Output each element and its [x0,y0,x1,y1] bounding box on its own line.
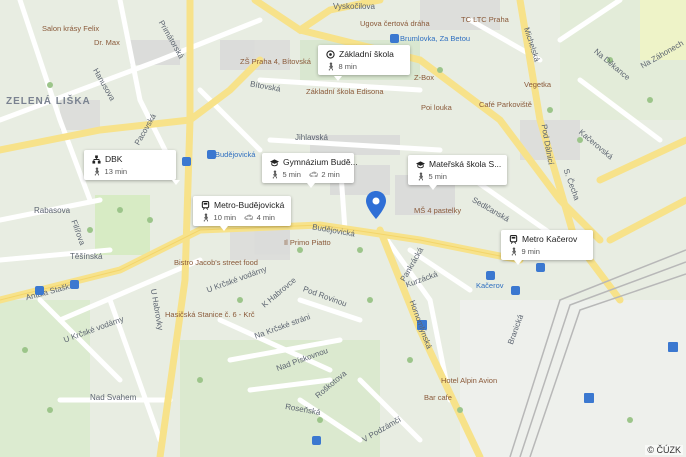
poi-label: Hotel Alpin Avion [441,376,498,385]
card-pointer [334,76,342,81]
district-label: ZELENÁ LIŠKA [6,96,91,107]
bus-stop-icon[interactable] [511,286,520,295]
walk-time: 5 min [282,170,301,179]
metro-station-icon[interactable] [486,271,495,280]
metro-station-icon[interactable] [182,157,191,166]
card-pointer [429,185,437,190]
bus-stop-icon[interactable] [390,34,399,43]
card-title: Základní škola [339,49,394,59]
card-title: Gymnázium Budě... [283,157,358,167]
car-icon: 🚗︎ [308,170,319,179]
bus-stop-icon[interactable] [536,263,545,272]
poi-label: Salon krásy Felix [42,24,100,33]
metro-icon [201,200,210,210]
bus-stop-icon[interactable] [207,150,216,159]
walk-icon: 🚶︎ [270,170,280,179]
poi-card-metro-budejovicka[interactable]: Metro-Budějovická 🚶︎ 10 min 🚗︎ 4 min [193,196,291,226]
card-title: DBK [105,154,123,164]
poi-label: Bistro Jacob's street food [174,258,258,267]
card-pointer [220,226,228,231]
card-pointer [307,183,315,188]
poi-label: Il Primo Piatto [284,238,331,247]
card-title: Mateřská škola S... [429,159,502,169]
card-title: Metro-Budějovická [214,200,285,210]
street-label: Jihlavská [295,133,328,142]
poi-label: TC LTC Praha [461,15,509,24]
bus-stop-icon[interactable] [70,280,79,289]
walk-time: 10 min [213,213,237,222]
poi-label: Poi louka [421,103,452,112]
street-label: Těšínská [70,252,103,261]
poi-card-gymnazium[interactable]: Gymnázium Budě... 🚶︎ 5 min 🚗︎ 2 min [262,153,358,183]
car-time: 4 min [256,213,275,222]
card-pointer [514,260,522,265]
sitemap-icon [92,154,101,164]
bus-stop-icon[interactable] [312,436,321,445]
street-label: Vyskočilova [333,2,375,11]
walk-icon: 🚶︎ [201,213,211,222]
poi-label: Café Parkoviště [479,100,532,109]
poi-label: Kačerov [476,281,504,290]
poi-label: Základní škola Edisona [306,87,384,96]
poi-label: Hasičská Stanice č. 6 - Krč [165,310,255,319]
walk-time: 13 min [104,167,128,176]
poi-label: Brumlovka, Za Betou [400,34,471,43]
poi-label: Budějovická [215,150,256,159]
poi-label: Bar cafe [424,393,452,402]
walk-time: 9 min [521,247,540,256]
card-title: Metro Kačerov [522,234,578,244]
poi-label: MŠ 4 pastelky [414,206,462,215]
street-label: Rabasova [34,206,71,215]
poi-card-metro-kacerov[interactable]: Metro Kačerov 🚶︎ 9 min [501,230,593,260]
poi-label: Dr. Max [94,38,120,47]
poi-label: Vegetka [524,80,552,89]
bus-stop-icon[interactable] [35,286,44,295]
location-pin-icon[interactable] [365,190,387,220]
street-label: Nad Svahem [90,393,137,402]
walk-time: 8 min [338,62,357,71]
walk-icon: 🚶︎ [92,167,102,176]
poi-card-dbk[interactable]: DBK 🚶︎ 13 min [84,150,176,180]
walk-icon: 🚶︎ [416,172,426,181]
walk-icon: 🚶︎ [326,62,336,71]
poi-label: Ugova čertová dráha [360,19,430,28]
poi-label: Z-Box [414,73,435,82]
poi-label: ZŠ Praha 4, Bítovská [240,57,311,66]
card-pointer [172,180,180,185]
metro-icon [509,234,518,244]
school-icon [326,49,335,59]
map-view[interactable]: ZELENÁ LIŠKA Vyskočilova Michelská Na Dě… [0,0,686,457]
car-time: 2 min [321,170,340,179]
walk-icon: 🚶︎ [509,247,519,256]
walk-time: 5 min [428,172,447,181]
poi-card-materska-skola[interactable]: Mateřská škola S... 🚶︎ 5 min [408,155,507,185]
graduation-cap-icon [270,158,279,167]
poi-card-school[interactable]: Základní škola 🚶︎ 8 min [318,45,410,75]
graduation-cap-icon [416,160,425,169]
copyright-label: © ČÚZK [645,445,683,455]
car-icon: 🚗︎ [244,213,254,222]
